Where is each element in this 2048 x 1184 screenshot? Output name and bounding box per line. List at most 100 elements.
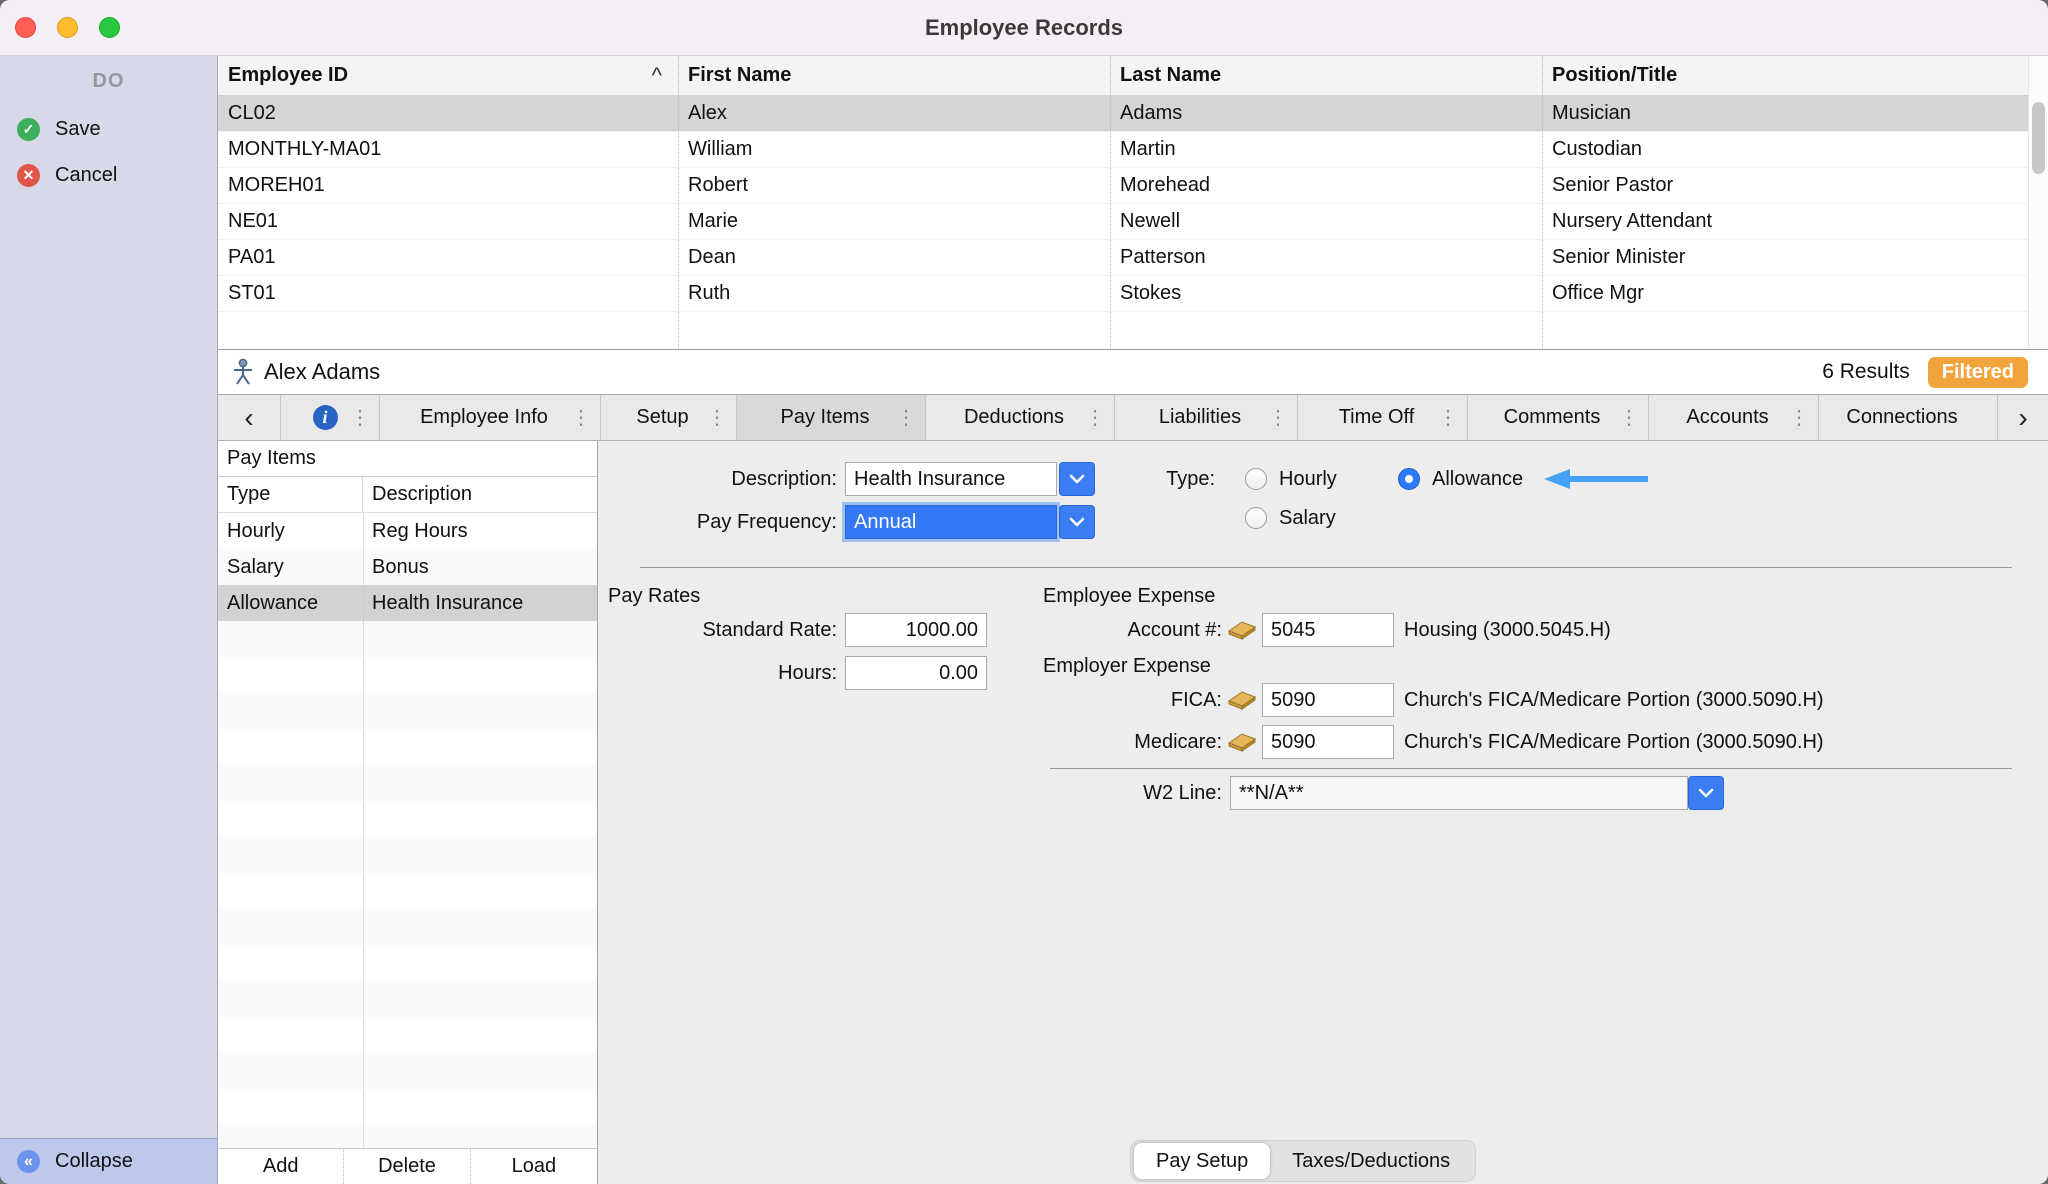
table-row[interactable]: NE01 Marie Newell Nursery Attendant [218, 204, 2028, 240]
tab-menu-icon[interactable]: ⋮ [1619, 405, 1639, 430]
column-header-type[interactable]: Type [218, 477, 363, 512]
scrollbar-thumb[interactable] [2032, 102, 2045, 174]
save-button[interactable]: ✓ Save [0, 106, 217, 152]
pay-frequency-dropdown-button[interactable] [1059, 505, 1095, 539]
table-row[interactable]: CL02 Alex Adams Musician [218, 96, 2028, 132]
tab-connections[interactable]: Connections [1819, 395, 1998, 440]
save-label: Save [55, 118, 101, 141]
standard-rate-label: Standard Rate: [598, 612, 837, 648]
pay-frequency-label: Pay Frequency: [598, 504, 837, 540]
chevron-down-icon [1069, 517, 1085, 527]
cell-description: Reg Hours [363, 520, 597, 543]
tab-setup[interactable]: Setup⋮ [601, 395, 737, 440]
cell-last-name: Adams [1110, 102, 1542, 125]
account-lookup-icon[interactable] [1226, 688, 1258, 716]
cancel-x-icon: ✕ [17, 164, 40, 187]
medicare-label: Medicare: [992, 724, 1222, 760]
zoom-button[interactable] [99, 17, 120, 38]
cell-employee-id: NE01 [218, 210, 678, 233]
column-header-employee-id[interactable]: Employee ID ^ [218, 63, 678, 89]
tabs-scroll-left-button[interactable]: ‹ [218, 395, 281, 440]
fica-account-field[interactable]: 5090 [1262, 683, 1394, 717]
cell-first-name: William [678, 138, 1110, 161]
annotation-arrow-icon [1544, 467, 1652, 497]
tab-menu-icon[interactable]: ⋮ [896, 405, 916, 430]
list-item[interactable]: Hourly Reg Hours [218, 513, 597, 549]
tab-menu-icon[interactable]: ⋮ [350, 405, 370, 430]
tab-deductions[interactable]: Deductions⋮ [926, 395, 1115, 440]
collapse-button[interactable]: « Collapse [0, 1138, 217, 1184]
add-button[interactable]: Add [218, 1149, 344, 1184]
column-header-last-name[interactable]: Last Name [1110, 64, 1542, 87]
minimize-button[interactable] [57, 17, 78, 38]
pay-items-actions: Add Delete Load [218, 1148, 597, 1184]
tab-liabilities[interactable]: Liabilities⋮ [1115, 395, 1298, 440]
hours-field[interactable]: 0.00 [845, 656, 987, 690]
tab-comments[interactable]: Comments⋮ [1468, 395, 1649, 440]
tab-pay-setup[interactable]: Pay Setup [1134, 1143, 1270, 1179]
tab-pay-items[interactable]: Pay Items⋮ [737, 395, 926, 440]
tab-employee-info[interactable]: Employee Info⋮ [380, 395, 601, 440]
tab-menu-icon[interactable]: ⋮ [707, 405, 727, 430]
w2-line-dropdown-button[interactable] [1688, 776, 1724, 810]
cell-type: Hourly [218, 520, 363, 543]
pay-rates-title: Pay Rates [608, 578, 700, 614]
radio-allowance[interactable] [1398, 468, 1420, 490]
list-item[interactable]: Salary Bonus [218, 549, 597, 585]
filtered-badge[interactable]: Filtered [1928, 357, 2028, 388]
cancel-button[interactable]: ✕ Cancel [0, 152, 217, 198]
tab-taxes-deductions[interactable]: Taxes/Deductions [1270, 1143, 1472, 1179]
cell-type: Allowance [218, 592, 363, 615]
cell-position: Nursery Attendant [1542, 210, 2028, 233]
medicare-account-field[interactable]: 5090 [1262, 725, 1394, 759]
load-button[interactable]: Load [471, 1149, 597, 1184]
tab-time-off[interactable]: Time Off⋮ [1298, 395, 1468, 440]
close-button[interactable] [15, 17, 36, 38]
delete-button[interactable]: Delete [344, 1149, 470, 1184]
tab-menu-icon[interactable]: ⋮ [1789, 405, 1809, 430]
tabs-scroll-right-button[interactable]: › [1998, 395, 2048, 440]
column-header-position-title[interactable]: Position/Title [1542, 64, 2028, 87]
table-row[interactable]: ST01 Ruth Stokes Office Mgr [218, 276, 2028, 312]
cell-description: Bonus [363, 556, 597, 579]
radio-hourly-label: Hourly [1279, 461, 1337, 497]
account-description: Housing (3000.5045.H) [1404, 612, 1611, 648]
section-divider [1050, 768, 2012, 769]
title-bar: Employee Records [0, 0, 2048, 56]
tab-menu-icon[interactable]: ⋮ [1268, 405, 1288, 430]
table-row[interactable]: MOREH01 Robert Morehead Senior Pastor [218, 168, 2028, 204]
tab-menu-icon[interactable]: ⋮ [571, 405, 591, 430]
radio-salary[interactable] [1245, 507, 1267, 529]
results-count: 6 Results [1822, 360, 1910, 384]
collapse-chevrons-icon: « [17, 1150, 40, 1173]
tab-accounts[interactable]: Accounts⋮ [1649, 395, 1819, 440]
tab-bar: ‹ i ⋮ Employee Info⋮ Setup⋮ Pay Items⋮ D… [218, 395, 2048, 441]
standard-rate-field[interactable]: 1000.00 [845, 613, 987, 647]
pay-frequency-select[interactable]: Annual [845, 505, 1057, 539]
account-number-field[interactable]: 5045 [1262, 613, 1394, 647]
pay-items-panel-title: Pay Items [218, 441, 597, 477]
table-row[interactable]: PA01 Dean Patterson Senior Minister [218, 240, 2028, 276]
cancel-label: Cancel [55, 164, 117, 187]
save-check-icon: ✓ [17, 118, 40, 141]
hours-label: Hours: [598, 655, 837, 691]
column-header-description[interactable]: Description [363, 477, 597, 512]
table-scrollbar[interactable] [2028, 56, 2048, 349]
table-row[interactable]: MONTHLY-MA01 William Martin Custodian [218, 132, 2028, 168]
cell-first-name: Dean [678, 246, 1110, 269]
tab-menu-icon[interactable]: ⋮ [1085, 405, 1105, 430]
cell-last-name: Morehead [1110, 174, 1542, 197]
account-number-label: Account #: [992, 612, 1222, 648]
account-lookup-icon[interactable] [1226, 730, 1258, 758]
chevron-down-icon [1698, 788, 1714, 798]
radio-hourly[interactable] [1245, 468, 1267, 490]
employee-expense-title: Employee Expense [1043, 578, 1215, 614]
list-item[interactable]: Allowance Health Insurance [218, 585, 597, 621]
column-header-first-name[interactable]: First Name [678, 64, 1110, 87]
description-label: Description: [598, 461, 837, 497]
tab-menu-icon[interactable]: ⋮ [1438, 405, 1458, 430]
tab-info[interactable]: i ⋮ [281, 395, 380, 440]
account-lookup-icon[interactable] [1226, 618, 1258, 646]
w2-line-select[interactable]: **N/A** [1230, 776, 1688, 810]
cell-type: Salary [218, 556, 363, 579]
